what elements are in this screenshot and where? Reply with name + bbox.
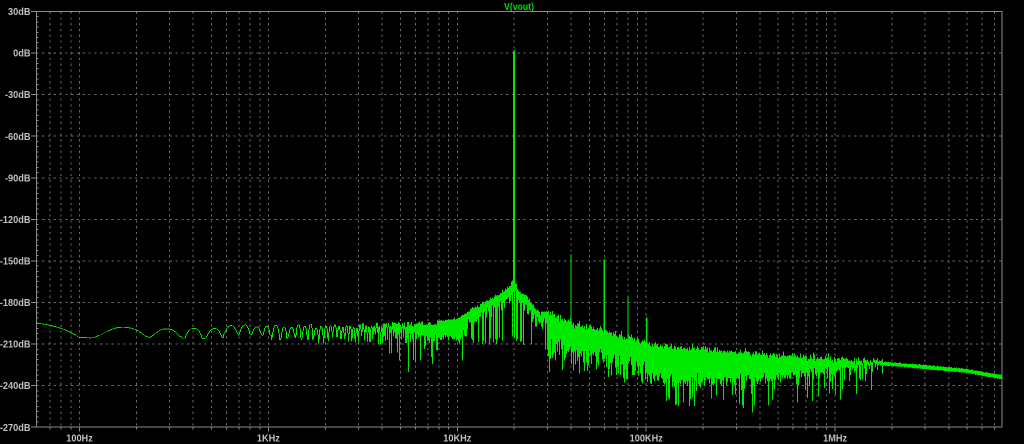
svg-text:-60dB: -60dB <box>5 131 31 142</box>
svg-text:1KHz: 1KHz <box>257 433 280 444</box>
svg-text:100KHz: 100KHz <box>630 433 663 444</box>
svg-text:10KHz: 10KHz <box>443 433 471 444</box>
svg-text:-180dB: -180dB <box>0 298 31 309</box>
svg-text:-240dB: -240dB <box>0 381 31 392</box>
svg-text:-210dB: -210dB <box>0 339 31 350</box>
svg-text:-30dB: -30dB <box>5 90 31 101</box>
svg-text:0dB: 0dB <box>13 48 30 59</box>
svg-text:-120dB: -120dB <box>0 215 31 226</box>
svg-text:V(vout): V(vout) <box>504 1 534 12</box>
svg-text:30dB: 30dB <box>8 7 31 18</box>
svg-text:1MHz: 1MHz <box>823 433 847 444</box>
svg-text:-90dB: -90dB <box>5 173 31 184</box>
svg-text:100Hz: 100Hz <box>66 433 93 444</box>
svg-text:-270dB: -270dB <box>0 422 31 433</box>
svg-text:-150dB: -150dB <box>0 256 31 267</box>
